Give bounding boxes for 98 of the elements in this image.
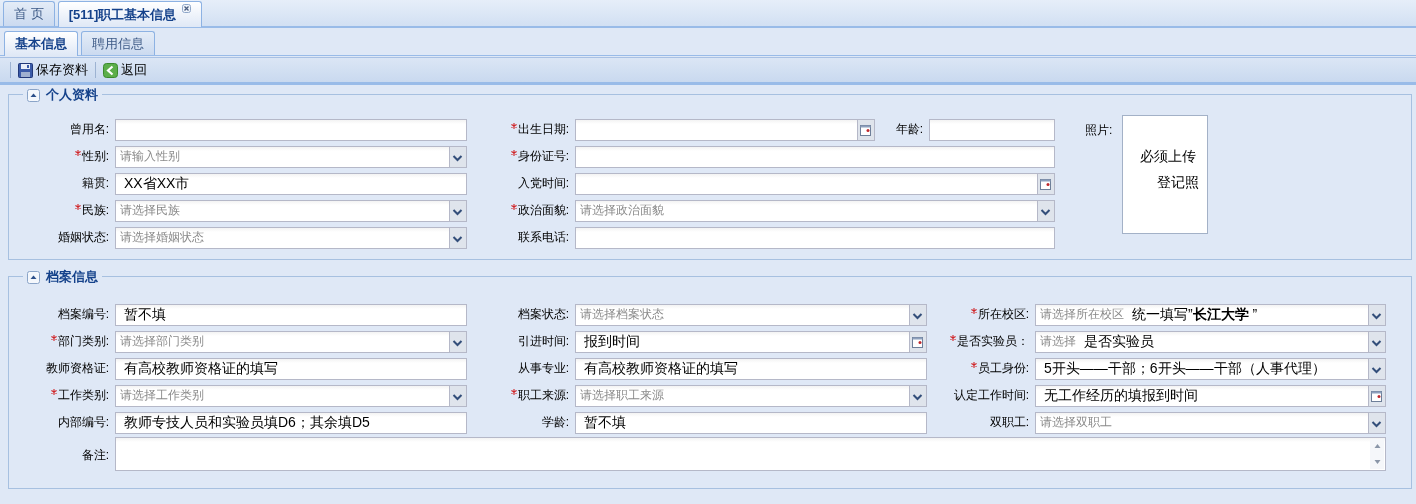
text-field[interactable]: 暂不填 xyxy=(575,411,927,434)
field-label: 婚姻状态: xyxy=(56,229,110,246)
dropdown-arrow-icon xyxy=(1037,200,1054,221)
dropdown-arrow-icon xyxy=(909,385,926,406)
field-label: 档案编号: xyxy=(56,306,110,323)
field-label: 教师资格证: xyxy=(44,360,110,377)
required-icon xyxy=(510,204,517,210)
dropdown-field[interactable]: 请输入性别 xyxy=(115,145,467,168)
tab[interactable]: 聘用信息 xyxy=(81,31,155,55)
text-field[interactable] xyxy=(929,118,1055,141)
calendar-icon xyxy=(909,331,926,352)
dropdown-field[interactable]: 请选择双职工 xyxy=(1035,411,1386,434)
calendar-icon xyxy=(1037,173,1054,194)
required-icon xyxy=(74,150,81,156)
text-field[interactable] xyxy=(575,226,1055,249)
field-label: 出生日期: xyxy=(467,121,575,138)
text-field[interactable]: XX省XX市 xyxy=(115,172,467,195)
required-icon xyxy=(950,335,956,341)
field-label: 备注: xyxy=(80,446,110,464)
field-label: 籍贯: xyxy=(80,175,110,192)
scroll-up-icon xyxy=(1372,442,1382,450)
text-field[interactable] xyxy=(575,145,1055,168)
field-label: 所在校区: xyxy=(927,306,1035,323)
calendar-icon xyxy=(857,119,874,140)
field-label: 民族: xyxy=(15,202,115,219)
field-label: 工作类别: xyxy=(15,387,115,404)
text-field[interactable]: 暂不填 xyxy=(115,303,467,326)
close-icon[interactable] xyxy=(182,4,192,13)
photo-note: 必须上传 xyxy=(1140,148,1197,166)
scroll-down-icon xyxy=(1372,458,1382,466)
dropdown-arrow-icon xyxy=(1368,412,1385,433)
toolbar-button[interactable]: 保存资料 xyxy=(15,59,91,81)
field-label: 曾用名: xyxy=(68,121,110,138)
required-icon xyxy=(510,123,517,129)
tab[interactable]: [511]职工基本信息 xyxy=(57,1,203,27)
dropdown-arrow-icon xyxy=(449,200,466,221)
dropdown-field[interactable]: 5开头——干部；6开头——干部（人事代理） xyxy=(1035,357,1386,380)
section-title: 档案信息 xyxy=(46,268,98,286)
field-label: 引进时间: xyxy=(516,333,570,350)
calendar-icon xyxy=(1368,385,1385,406)
field-label: 入党时间: xyxy=(516,175,570,192)
field-label: 职工来源: xyxy=(467,387,575,404)
dropdown-field[interactable]: 请选择工作类别 xyxy=(115,384,467,407)
dropdown-arrow-icon xyxy=(449,146,466,167)
field-label: 是否实验员： xyxy=(927,333,1035,350)
photo-note: 登记照 xyxy=(1157,174,1200,192)
dropdown-field[interactable]: 请选择政治面貌 xyxy=(575,199,1055,222)
text-field[interactable]: 有高校教师资格证的填写 xyxy=(575,357,927,380)
required-icon xyxy=(510,389,517,395)
field-label: 部门类别: xyxy=(15,333,115,350)
dropdown-field[interactable]: 请选择 是否实验员 xyxy=(1035,330,1386,353)
field-label: 联系电话: xyxy=(516,229,570,246)
dropdown-field[interactable]: 请选择档案状态 xyxy=(575,303,927,326)
dropdown-field[interactable]: 请选择婚姻状态 xyxy=(115,226,467,249)
field-label: 性别: xyxy=(15,148,115,165)
dropdown-arrow-icon xyxy=(1368,304,1385,325)
date-field[interactable]: 报到时间 xyxy=(575,330,927,353)
date-field[interactable] xyxy=(575,118,875,141)
collapse-toggle-icon[interactable] xyxy=(27,88,40,102)
text-field[interactable] xyxy=(115,118,467,141)
required-icon xyxy=(50,389,57,395)
field-label: 认定工作时间: xyxy=(952,387,1030,404)
required-icon xyxy=(50,335,57,341)
field-label: 身份证号: xyxy=(467,148,575,165)
dropdown-field[interactable]: 请选择所在校区 统一填写”长江大学 ” xyxy=(1035,303,1386,326)
field-label: 政治面貌: xyxy=(467,202,575,219)
field-label: 从事专业: xyxy=(516,360,570,377)
tab[interactable]: 首 页 xyxy=(3,1,55,26)
dropdown-field[interactable]: 请选择民族 xyxy=(115,199,467,222)
field-label: 档案状态: xyxy=(516,306,570,323)
required-icon xyxy=(510,150,517,156)
field-label: 照片: xyxy=(1085,122,1113,139)
field-label: 年龄: xyxy=(894,121,924,138)
dropdown-arrow-icon xyxy=(909,304,926,325)
field-label: 员工身份: xyxy=(927,360,1035,377)
dropdown-arrow-icon xyxy=(449,331,466,352)
text-field[interactable]: 有高校教师资格证的填写 xyxy=(115,357,467,380)
required-icon xyxy=(74,204,81,210)
field-label: 双职工: xyxy=(988,414,1030,431)
tab[interactable]: 基本信息 xyxy=(4,31,78,56)
photo-box[interactable]: 必须上传 登记照 xyxy=(1122,115,1209,234)
dropdown-field[interactable]: 请选择职工来源 xyxy=(575,384,927,407)
text-area[interactable] xyxy=(115,437,1386,471)
section-title: 个人资料 xyxy=(46,86,98,104)
date-field[interactable] xyxy=(575,172,1055,195)
dropdown-arrow-icon xyxy=(1368,358,1385,379)
toolbar-button[interactable]: 返回 xyxy=(100,59,150,81)
required-icon xyxy=(970,308,977,314)
dropdown-arrow-icon xyxy=(449,227,466,248)
text-field[interactable]: 教师专技人员和实验员填D6；其余填D5 xyxy=(115,411,467,434)
date-field[interactable]: 无工作经历的填报到时间 xyxy=(1035,384,1386,407)
field-label: 内部编号: xyxy=(56,414,110,431)
dropdown-arrow-icon xyxy=(1368,331,1385,352)
required-icon xyxy=(970,362,977,368)
collapse-toggle-icon[interactable] xyxy=(27,270,40,284)
field-label: 学龄: xyxy=(540,414,570,431)
dropdown-field[interactable]: 请选择部门类别 xyxy=(115,330,467,353)
dropdown-arrow-icon xyxy=(449,385,466,406)
